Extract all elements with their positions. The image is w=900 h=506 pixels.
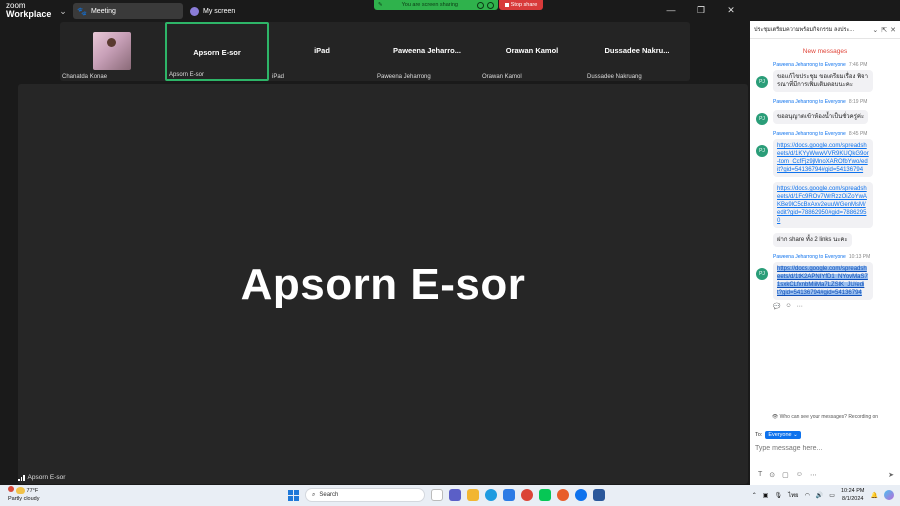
speaker-name: Apsorn E-sor <box>240 260 526 309</box>
more-icon[interactable]: ⋯ <box>810 471 817 479</box>
avatar: PJ <box>756 76 768 88</box>
recipient-row: To: Everyone ⌄ <box>755 431 801 439</box>
search-icon: ⌕ <box>312 491 316 498</box>
wifi-icon[interactable]: ◠ <box>805 492 810 499</box>
tab-meeting[interactable]: 🐾 Meeting <box>73 3 183 19</box>
screen-sharing-bar[interactable]: ✎ You are screen sharing <box>374 0 498 10</box>
tab-my-screen[interactable]: My screen <box>188 3 298 19</box>
taskbar-search[interactable]: ⌕ Search <box>305 488 425 502</box>
minimize-icon[interactable]: — <box>656 0 686 20</box>
participant-photo <box>93 32 131 70</box>
avatar-icon <box>190 6 199 16</box>
format-icon[interactable]: T <box>758 471 762 479</box>
line-icon[interactable] <box>539 489 551 501</box>
pause-icon[interactable] <box>477 1 484 9</box>
chat-panel: ประชุมเตรียมความพร้อมกิจกรรม ลงประ... ⌄ … <box>750 21 900 485</box>
windows-taskbar: 77°F Partly cloudy ⌕ Search ⌃ ▣ 🎙 ไทย ◠ 🔊… <box>0 485 900 506</box>
shield-icon[interactable] <box>487 1 494 9</box>
message-link-selected[interactable]: https://docs.google.com/spreadsheets/d/1… <box>773 262 873 300</box>
window-controls: — ❐ ✕ <box>656 0 746 20</box>
notification-badge <box>8 486 14 492</box>
mic-icon[interactable]: 🎙 <box>774 492 782 499</box>
zoom-icon[interactable] <box>575 489 587 501</box>
volume-icon[interactable]: 🔊 <box>816 492 823 499</box>
message-bubble[interactable]: ฝาก share ทั้ง 2 links นะคะ <box>773 233 852 247</box>
screenshot-icon[interactable]: ⊙ <box>769 471 775 479</box>
camera-icon[interactable]: ▣ <box>763 492 769 499</box>
chat-message: PJ Paweena Jeharrong to Everyone 10:13 PM… <box>750 254 900 300</box>
taskview-icon[interactable] <box>431 489 443 501</box>
chrome-profile-icon[interactable] <box>557 489 569 501</box>
more-icon[interactable]: ⋯ <box>797 303 803 310</box>
file-explorer-icon[interactable] <box>467 489 479 501</box>
close-icon[interactable]: ✕ <box>716 0 746 20</box>
chrome-icon[interactable] <box>521 489 533 501</box>
emoji-icon[interactable]: ☺ <box>796 471 803 479</box>
chat-message: PJ Paweena Jeharrong to Everyone 8:45 PM … <box>750 131 900 247</box>
system-tray: ⌃ ▣ 🎙 ไทย ◠ 🔊 ▭ 10:24 PM 8/1/2024 🔔 <box>752 487 894 503</box>
message-actions: 💬 ☺ ⋯ <box>773 303 900 310</box>
message-bubble[interactable]: ขออนุญาตเข้าห้องน้ำเป็นชั่วครู่ค่ะ <box>773 110 869 124</box>
participant-tile-active[interactable]: Apsorn E-sor Apsorn E-sor <box>165 22 269 81</box>
chevron-down-icon[interactable]: ⌄ <box>872 26 878 34</box>
chat-message: PJ Paweena Jeharrong to Everyone 7:46 PM … <box>750 62 900 92</box>
participant-tile[interactable]: Chanatda Konae <box>60 22 164 81</box>
message-link[interactable]: https://docs.google.com/spreadsheets/d/1… <box>773 139 873 177</box>
clock[interactable]: 10:24 PM 8/1/2024 <box>841 487 865 503</box>
avatar: PJ <box>756 145 768 157</box>
recipient-dropdown[interactable]: Everyone ⌄ <box>765 431 801 439</box>
bell-icon[interactable]: 🔔 <box>871 492 878 499</box>
participant-tile[interactable]: Dussadee Nakru... Dussadee Nakruang <box>585 22 689 81</box>
paw-icon: 🐾 <box>77 6 87 16</box>
title-bar: zoom Workplace ⌄ 🐾 Meeting My screen ✎ Y… <box>0 0 750 21</box>
emoji-icon[interactable]: ☺ <box>785 303 791 310</box>
participant-tile[interactable]: Orawan Kamol Orawan Kamol <box>480 22 584 81</box>
windows-start-icon[interactable] <box>288 489 299 501</box>
weather-widget[interactable]: 77°F Partly cloudy <box>8 486 40 503</box>
send-icon[interactable]: ➤ <box>888 471 894 479</box>
active-speaker-stage: Apsorn E-sor <box>18 84 748 484</box>
message-link[interactable]: https://docs.google.com/spreadsheets/d/1… <box>773 182 873 228</box>
store-icon[interactable] <box>503 489 515 501</box>
avatar: PJ <box>756 113 768 125</box>
battery-icon[interactable]: ▭ <box>829 492 835 499</box>
participant-tile[interactable]: iPad iPad <box>270 22 374 81</box>
avatar: PJ <box>756 268 768 280</box>
who-can-see-notice[interactable]: 👁 Who can see your messages? Recording o… <box>750 414 900 420</box>
word-icon[interactable] <box>593 489 605 501</box>
new-messages-divider: New messages <box>802 48 848 55</box>
reply-icon[interactable]: 💬 <box>773 303 780 310</box>
eye-icon: 👁 <box>771 414 779 420</box>
teams-icon[interactable] <box>449 489 461 501</box>
weather-icon <box>15 487 25 495</box>
stop-icon <box>504 3 509 7</box>
participant-tile[interactable]: Paweena Jeharro... Paweena Jeharrong <box>375 22 479 81</box>
pin-icon: ✎ <box>378 2 383 8</box>
chat-header: ประชุมเตรียมความพร้อมกิจกรรม ลงประ... ⌄ … <box>750 21 900 39</box>
signal-icon <box>18 474 25 481</box>
message-bubble[interactable]: ขอแก้ไขประชุม ขอเตรียมเรื่อง พิจารณาที่ม… <box>773 70 873 92</box>
file-icon[interactable]: ▢ <box>782 471 789 479</box>
stage-label: Apsorn E-sor <box>18 474 65 481</box>
zoom-logo: zoom Workplace <box>6 1 52 19</box>
popout-icon[interactable]: ⇱ <box>881 26 887 34</box>
language-indicator[interactable]: ไทย <box>788 490 799 500</box>
participant-strip: Chanatda Konae Apsorn E-sor Apsorn E-sor… <box>60 22 690 81</box>
chevron-down-icon[interactable]: ⌄ <box>56 4 70 18</box>
copilot-icon[interactable] <box>884 490 894 500</box>
chevron-up-icon[interactable]: ⌃ <box>752 492 757 499</box>
close-icon[interactable]: ✕ <box>890 26 896 34</box>
chat-toolbar: T ⊙ ▢ ☺ ⋯ ➤ <box>758 471 894 479</box>
stop-share-button[interactable]: Stop share <box>499 0 543 10</box>
edge-icon[interactable] <box>485 489 497 501</box>
restore-icon[interactable]: ❐ <box>686 0 716 20</box>
taskbar-apps: ⌕ Search <box>288 488 605 502</box>
chat-title: ประชุมเตรียมความพร้อมกิจกรรม ลงประ... <box>754 26 854 33</box>
chat-message: PJ Paweena Jeharrong to Everyone 8:19 PM … <box>750 99 900 125</box>
message-input[interactable] <box>755 445 895 452</box>
